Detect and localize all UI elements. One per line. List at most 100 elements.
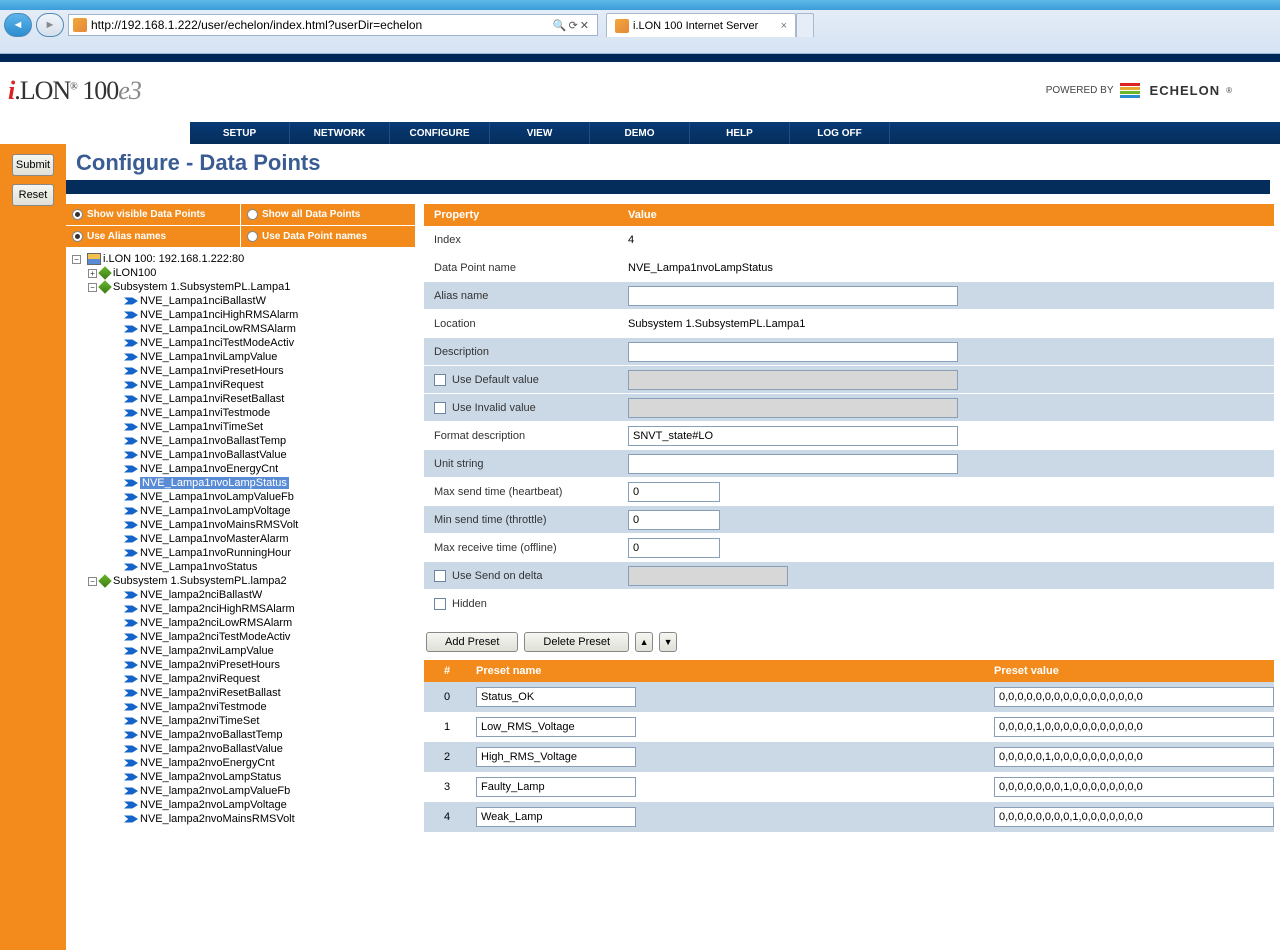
tree-dp[interactable]: NVE_Lampa1nciBallastW	[66, 294, 416, 308]
tree-dp[interactable]: NVE_Lampa1nviResetBallast	[66, 392, 416, 406]
senddelta-checkbox[interactable]	[434, 570, 446, 582]
preset-name-input[interactable]	[476, 747, 636, 767]
toggle-show-visible[interactable]: Show visible Data Points	[66, 204, 241, 226]
toggle-show-all[interactable]: Show all Data Points	[241, 204, 416, 226]
alias-input[interactable]	[628, 286, 958, 306]
toggle-use-alias[interactable]: Use Alias names	[66, 226, 241, 248]
tree-dp[interactable]: NVE_Lampa1nviTestmode	[66, 406, 416, 420]
tree-dp[interactable]: NVE_Lampa1nviRequest	[66, 378, 416, 392]
tree-dp[interactable]: NVE_lampa2nviResetBallast	[66, 686, 416, 700]
tree-dp[interactable]: NVE_lampa2nviRequest	[66, 672, 416, 686]
menu-network[interactable]: NETWORK	[290, 122, 390, 144]
tree-dp[interactable]: NVE_lampa2nviLampValue	[66, 644, 416, 658]
tree-dp[interactable]: NVE_Lampa1nvoLampValueFb	[66, 490, 416, 504]
submit-button[interactable]: Submit	[12, 154, 54, 176]
tree-dp[interactable]: NVE_Lampa1nvoBallastValue	[66, 448, 416, 462]
forward-button[interactable]: ►	[36, 13, 64, 37]
prop-use-invalid-label[interactable]: Use Invalid value	[424, 402, 624, 414]
tree-dp[interactable]: NVE_Lampa1nciLowRMSAlarm	[66, 322, 416, 336]
preset-name-input[interactable]	[476, 687, 636, 707]
tree-dp[interactable]: NVE_lampa2nvoMainsRMSVolt	[66, 812, 416, 826]
toggle-use-dp-names[interactable]: Use Data Point names	[241, 226, 416, 248]
address-bar[interactable]: 🔍 ⟳ ✕	[68, 14, 598, 36]
tree-dp[interactable]: NVE_lampa2nvoBallastTemp	[66, 728, 416, 742]
collapse-icon[interactable]: −	[88, 283, 97, 292]
tree-dp[interactable]: NVE_Lampa1nvoLampVoltage	[66, 504, 416, 518]
menu-configure[interactable]: CONFIGURE	[390, 122, 490, 144]
close-tab-icon[interactable]: ×	[781, 20, 787, 32]
minsend-input[interactable]	[628, 510, 720, 530]
tree-dp[interactable]: NVE_Lampa1nvoBallastTemp	[66, 434, 416, 448]
tree-root[interactable]: − i.LON 100: 192.168.1.222:80	[66, 252, 416, 266]
preset-row: 2	[424, 742, 1274, 772]
use-default-checkbox[interactable]	[434, 374, 446, 386]
format-input[interactable]	[628, 426, 958, 446]
unit-input[interactable]	[628, 454, 958, 474]
tree-device[interactable]: + iLON100	[66, 266, 416, 280]
expand-icon[interactable]: +	[88, 269, 97, 278]
tree-dp[interactable]: NVE_lampa2nvoEnergyCnt	[66, 756, 416, 770]
maxsend-input[interactable]	[628, 482, 720, 502]
tree-dp[interactable]: NVE_Lampa1nvoEnergyCnt	[66, 462, 416, 476]
search-icon[interactable]: 🔍	[553, 19, 567, 32]
back-button[interactable]: ◄	[4, 13, 32, 37]
preset-value-input[interactable]	[994, 717, 1274, 737]
prop-use-default-label[interactable]: Use Default value	[424, 374, 624, 386]
tree-dp[interactable]: NVE_lampa2nciTestModeActiv	[66, 630, 416, 644]
delete-preset-button[interactable]: Delete Preset	[524, 632, 629, 652]
browser-tab[interactable]: i.LON 100 Internet Server ×	[606, 13, 796, 37]
stop-icon[interactable]: ✕	[580, 19, 589, 32]
menu-view[interactable]: VIEW	[490, 122, 590, 144]
tree-dp[interactable]: NVE_lampa2nviTimeSet	[66, 714, 416, 728]
tree-dp[interactable]: NVE_Lampa1nvoLampStatus	[66, 476, 416, 490]
tree[interactable]: − i.LON 100: 192.168.1.222:80+ iLON100− …	[66, 248, 416, 950]
hidden-checkbox[interactable]	[434, 598, 446, 610]
preset-down-button[interactable]: ▼	[659, 632, 677, 652]
tree-dp[interactable]: NVE_lampa2nvoLampVoltage	[66, 798, 416, 812]
tree-dp[interactable]: NVE_lampa2nviTestmode	[66, 700, 416, 714]
tree-dp[interactable]: NVE_Lampa1nvoMasterAlarm	[66, 532, 416, 546]
use-invalid-checkbox[interactable]	[434, 402, 446, 414]
preset-value-input[interactable]	[994, 807, 1274, 827]
maxrecv-input[interactable]	[628, 538, 720, 558]
url-input[interactable]	[91, 18, 545, 32]
tree-dp[interactable]: NVE_Lampa1nvoStatus	[66, 560, 416, 574]
tree-dp[interactable]: NVE_lampa2nvoLampStatus	[66, 770, 416, 784]
prop-hidden-label[interactable]: Hidden	[424, 598, 624, 610]
tree-dp[interactable]: NVE_lampa2nciLowRMSAlarm	[66, 616, 416, 630]
tree-dp[interactable]: NVE_Lampa1nviTimeSet	[66, 420, 416, 434]
tree-dp[interactable]: NVE_lampa2nvoBallastValue	[66, 742, 416, 756]
collapse-icon[interactable]: −	[88, 577, 97, 586]
tree-subsystem-2[interactable]: − Subsystem 1.SubsystemPL.lampa2	[66, 574, 416, 588]
menu-log-off[interactable]: LOG OFF	[790, 122, 890, 144]
description-input[interactable]	[628, 342, 958, 362]
tree-subsystem-1[interactable]: − Subsystem 1.SubsystemPL.Lampa1	[66, 280, 416, 294]
preset-name-input[interactable]	[476, 807, 636, 827]
new-tab-button[interactable]	[796, 13, 814, 37]
preset-value-input[interactable]	[994, 687, 1274, 707]
preset-value-input[interactable]	[994, 777, 1274, 797]
tree-dp[interactable]: NVE_Lampa1nvoMainsRMSVolt	[66, 518, 416, 532]
menu-setup[interactable]: SETUP	[190, 122, 290, 144]
tree-dp[interactable]: NVE_lampa2nviPresetHours	[66, 658, 416, 672]
splitter[interactable]	[416, 204, 424, 950]
prop-senddelta-label[interactable]: Use Send on delta	[424, 570, 624, 582]
add-preset-button[interactable]: Add Preset	[426, 632, 518, 652]
menu-help[interactable]: HELP	[690, 122, 790, 144]
refresh-icon[interactable]: ⟳	[569, 19, 578, 32]
preset-value-input[interactable]	[994, 747, 1274, 767]
tree-dp[interactable]: NVE_lampa2nciBallastW	[66, 588, 416, 602]
tree-dp[interactable]: NVE_Lampa1nvoRunningHour	[66, 546, 416, 560]
preset-name-input[interactable]	[476, 777, 636, 797]
reset-button[interactable]: Reset	[12, 184, 54, 206]
tree-dp[interactable]: NVE_Lampa1nviLampValue	[66, 350, 416, 364]
preset-name-input[interactable]	[476, 717, 636, 737]
tree-dp[interactable]: NVE_lampa2nciHighRMSAlarm	[66, 602, 416, 616]
preset-up-button[interactable]: ▲	[635, 632, 653, 652]
tree-dp[interactable]: NVE_lampa2nvoLampValueFb	[66, 784, 416, 798]
tree-dp[interactable]: NVE_Lampa1nciHighRMSAlarm	[66, 308, 416, 322]
collapse-icon[interactable]: −	[72, 255, 81, 264]
tree-dp[interactable]: NVE_Lampa1nciTestModeActiv	[66, 336, 416, 350]
menu-demo[interactable]: DEMO	[590, 122, 690, 144]
tree-dp[interactable]: NVE_Lampa1nviPresetHours	[66, 364, 416, 378]
